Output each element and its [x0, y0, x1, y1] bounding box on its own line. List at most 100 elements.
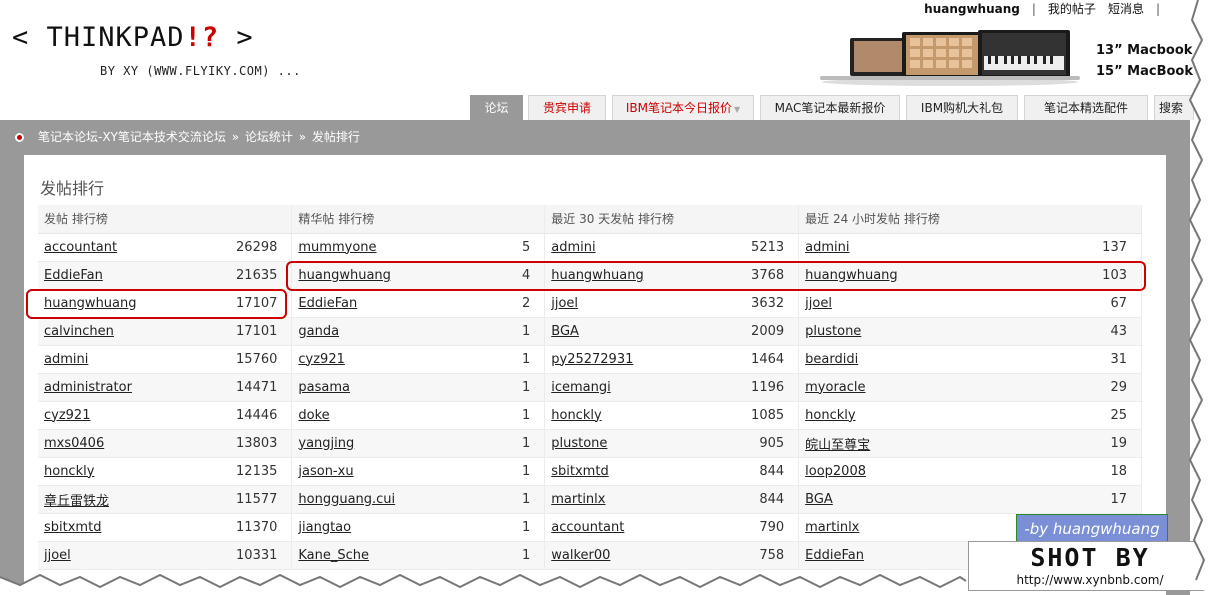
user-link[interactable]: honckly [544, 401, 737, 430]
column-header-posts: 发帖 排行榜 [38, 205, 293, 234]
post-count: 1 [482, 457, 546, 486]
post-count: 137 [1069, 233, 1143, 262]
tab-accessories[interactable]: 笔记本精选配件 [1024, 95, 1148, 120]
user-link[interactable]: administrator [38, 373, 230, 402]
table-row: administrator 14471 pasama 1 icemangi 1196 myo… [38, 373, 1143, 402]
tab-forum[interactable]: 论坛 [470, 95, 523, 120]
logo-close: > [219, 22, 254, 53]
user-link[interactable]: martinlx [544, 485, 737, 514]
tab-ibm-price[interactable]: IBM笔记本今日报价 ▼ [612, 95, 754, 120]
user-link[interactable]: EddieFan [291, 289, 483, 318]
tab-label: 笔记本精选配件 [1043, 101, 1128, 115]
user-link[interactable]: admini [544, 233, 737, 262]
column-header-24hours: 最近 24 小时发帖 排行榜 [798, 205, 1142, 234]
tab-mac-price[interactable]: MAC笔记本最新报价 [760, 95, 900, 120]
user-toolbar: huangwhuang | 我的帖子 短消息 | [924, 0, 1172, 18]
user-link[interactable]: 章丘雷铁龙 [38, 485, 230, 514]
post-count: 15760 [229, 345, 293, 374]
user-link[interactable]: 皖山至尊宝 [798, 429, 1070, 458]
breadcrumb-current: 发帖排行 [311, 130, 360, 144]
user-link[interactable]: honckly [798, 401, 1070, 430]
user-link[interactable]: admini [798, 233, 1070, 262]
user-link[interactable]: cyz921 [291, 345, 483, 374]
user-link[interactable]: mummyone [291, 233, 483, 262]
site-logo[interactable]: < THINKPAD!? > BY XY (WWW.FLYIKY.COM) ..… [12, 22, 300, 78]
user-link[interactable]: accountant [38, 233, 230, 262]
user-link[interactable]: cyz921 [38, 401, 230, 430]
user-link[interactable]: py25272931 [544, 345, 737, 374]
post-count: 2 [482, 289, 546, 318]
logo-title: < THINKPAD!? > [12, 22, 254, 53]
post-count: 1 [482, 373, 546, 402]
user-link[interactable]: plustone [544, 429, 737, 458]
table-header-row: 发帖 排行榜 精华帖 排行榜 最近 30 天发帖 排行榜 最近 24 小时发帖 … [38, 205, 1142, 234]
post-count: 5213 [736, 233, 800, 262]
post-count: 12135 [229, 457, 293, 486]
user-link[interactable]: sbitxmtd [544, 457, 737, 486]
user-link[interactable]: jason-xu [291, 457, 483, 486]
post-count: 18 [1069, 457, 1143, 486]
user-link[interactable]: sbitxmtd [38, 513, 230, 542]
user-link[interactable]: myoracle [798, 373, 1070, 402]
post-count: 29 [1069, 373, 1143, 402]
user-link[interactable]: jiangtao [291, 513, 483, 542]
breadcrumb-home[interactable]: 笔记本论坛-XY笔记本技术交流论坛 [38, 130, 226, 144]
user-link[interactable]: calvinchen [38, 317, 230, 346]
post-count: 21635 [229, 261, 293, 290]
user-link[interactable]: mxs0406 [38, 429, 230, 458]
ranking-table: 发帖 排行榜 精华帖 排行榜 最近 30 天发帖 排行榜 最近 24 小时发帖 … [38, 205, 1143, 570]
post-count: 3632 [736, 289, 800, 318]
post-count: 67 [1069, 289, 1143, 318]
post-count: 11370 [229, 513, 293, 542]
user-link[interactable]: jjoel [544, 289, 737, 318]
user-link[interactable]: jjoel [798, 289, 1070, 318]
post-count: 13803 [229, 429, 293, 458]
user-link[interactable]: pasama [291, 373, 483, 402]
post-count: 14446 [229, 401, 293, 430]
user-link[interactable]: icemangi [544, 373, 737, 402]
torn-edge-right [1188, 0, 1218, 595]
macbook-banner-image[interactable] [820, 26, 1080, 86]
page-title: 发帖排行 [40, 179, 105, 198]
table-row: honckly 12135 jason-xu 1 sbitxmtd 844 loop2008… [38, 457, 1143, 486]
table-row: admini 15760 cyz921 1 py25272931 1464 beardidi… [38, 345, 1143, 374]
table-row: accountant 26298 mummyone 5 admini 5213 admini… [38, 233, 1143, 262]
breadcrumb-stats[interactable]: 论坛统计 [245, 130, 293, 144]
user-link[interactable]: accountant [544, 513, 737, 542]
highlight-box [26, 289, 287, 319]
user-link[interactable]: admini [38, 345, 230, 374]
post-count: 844 [736, 457, 800, 486]
messages-link[interactable]: 短消息 [1108, 0, 1144, 17]
tab-label: 贵宾申请 [542, 101, 591, 115]
logo-text: < THINKPAD [12, 22, 185, 53]
user-link[interactable]: yangjing [291, 429, 483, 458]
post-count: 1 [482, 401, 546, 430]
post-count: 43 [1069, 317, 1143, 346]
post-count: 1085 [736, 401, 800, 430]
my-posts-link[interactable]: 我的帖子 [1048, 0, 1096, 17]
tab-label: IBM购机大礼包 [920, 101, 1004, 115]
column-header-30days: 最近 30 天发帖 排行榜 [544, 205, 800, 234]
user-link[interactable]: honckly [38, 457, 230, 486]
post-count: 790 [736, 513, 800, 542]
tab-ibm-gift[interactable]: IBM购机大礼包 [906, 95, 1018, 120]
table-row: mxs0406 13803 yangjing 1 plustone 905 皖山至尊宝 19 [38, 429, 1143, 458]
post-count: 25 [1069, 401, 1143, 430]
user-link[interactable]: beardidi [798, 345, 1070, 374]
post-count: 17101 [229, 317, 293, 346]
user-link[interactable]: loop2008 [798, 457, 1070, 486]
user-link[interactable]: ganda [291, 317, 483, 346]
user-link[interactable]: BGA [544, 317, 737, 346]
user-link[interactable]: hongguang.cui [291, 485, 483, 514]
post-count: 844 [736, 485, 800, 514]
post-count: 11577 [229, 485, 293, 514]
table-row: sbitxmtd 11370 jiangtao 1 accountant 790 marti… [38, 513, 1143, 542]
user-link[interactable]: doke [291, 401, 483, 430]
user-link[interactable]: BGA [798, 485, 1070, 514]
user-link[interactable]: EddieFan [38, 261, 230, 290]
user-link[interactable]: plustone [798, 317, 1070, 346]
tab-vip-apply[interactable]: 贵宾申请 [528, 95, 606, 120]
post-count: 905 [736, 429, 800, 458]
breadcrumb-separator: » [298, 130, 307, 144]
username-link[interactable]: huangwhuang [924, 2, 1020, 16]
